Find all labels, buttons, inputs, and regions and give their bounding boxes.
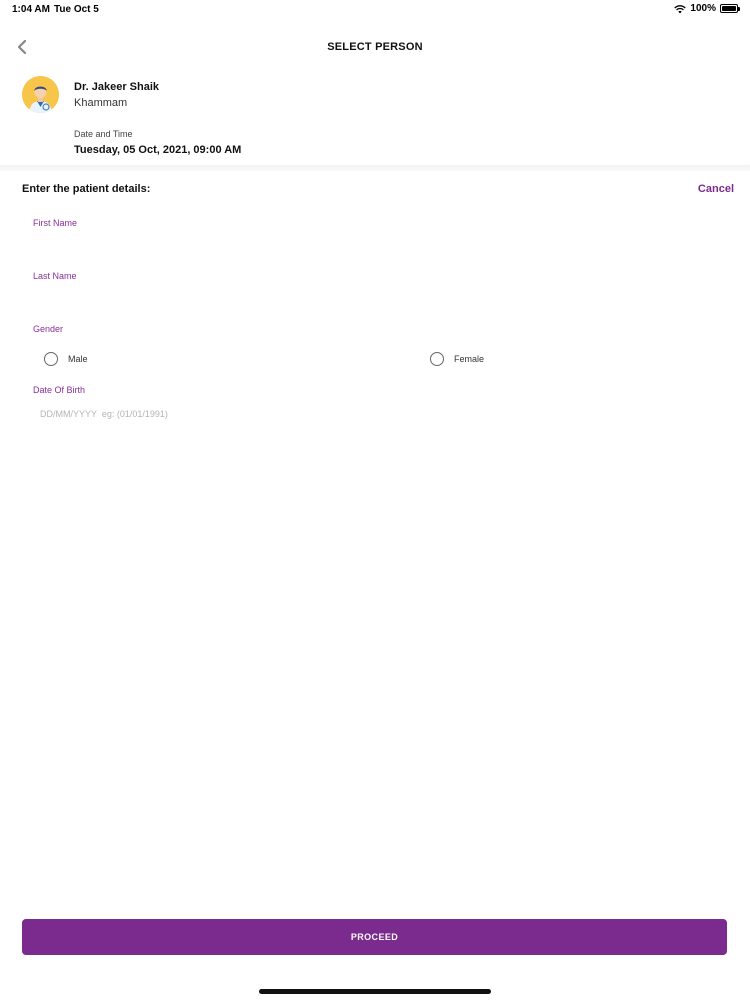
doctor-avatar-icon [22,76,59,113]
status-date: Tue Oct 5 [54,4,99,15]
dob-input[interactable] [40,403,723,425]
gender-option-male[interactable]: Male [44,352,88,366]
doctor-card: Dr. Jakeer Shaik Khammam Date and Time T… [22,76,722,166]
proceed-button[interactable]: PROCEED [22,919,727,955]
radio-unchecked-icon [430,352,444,366]
form-title: Enter the patient details: [22,183,151,195]
status-time: 1:04 AM [12,4,50,15]
last-name-input[interactable] [33,285,723,307]
status-bar: 1:04 AM Tue Oct 5 100% [0,0,750,18]
battery-icon [720,4,740,13]
last-name-label: Last Name [33,271,77,281]
datetime-label: Date and Time [74,129,133,139]
cancel-button[interactable]: Cancel [698,183,734,195]
gender-option-female[interactable]: Female [430,352,484,366]
doctor-location: Khammam [74,97,128,109]
radio-unchecked-icon [44,352,58,366]
dob-label: Date Of Birth [33,385,86,395]
first-name-label: First Name [33,218,78,228]
gender-option-label: Male [68,354,88,364]
doctor-avatar [22,76,59,113]
battery-percent: 100% [690,3,716,14]
home-indicator[interactable] [259,989,491,994]
gender-label: Gender [33,324,64,334]
doctor-name: Dr. Jakeer Shaik [74,81,160,93]
gender-option-label: Female [454,354,485,364]
datetime-value: Tuesday, 05 Oct, 2021, 09:00 AM [74,144,242,156]
page-title: SELECT PERSON [327,41,423,53]
section-divider [0,165,750,171]
wifi-icon [674,4,687,13]
status-right: 100% [674,3,740,14]
form-header: Enter the patient details: Cancel [22,183,734,199]
nav-bar: SELECT PERSON [0,30,750,64]
first-name-input[interactable] [33,232,723,254]
